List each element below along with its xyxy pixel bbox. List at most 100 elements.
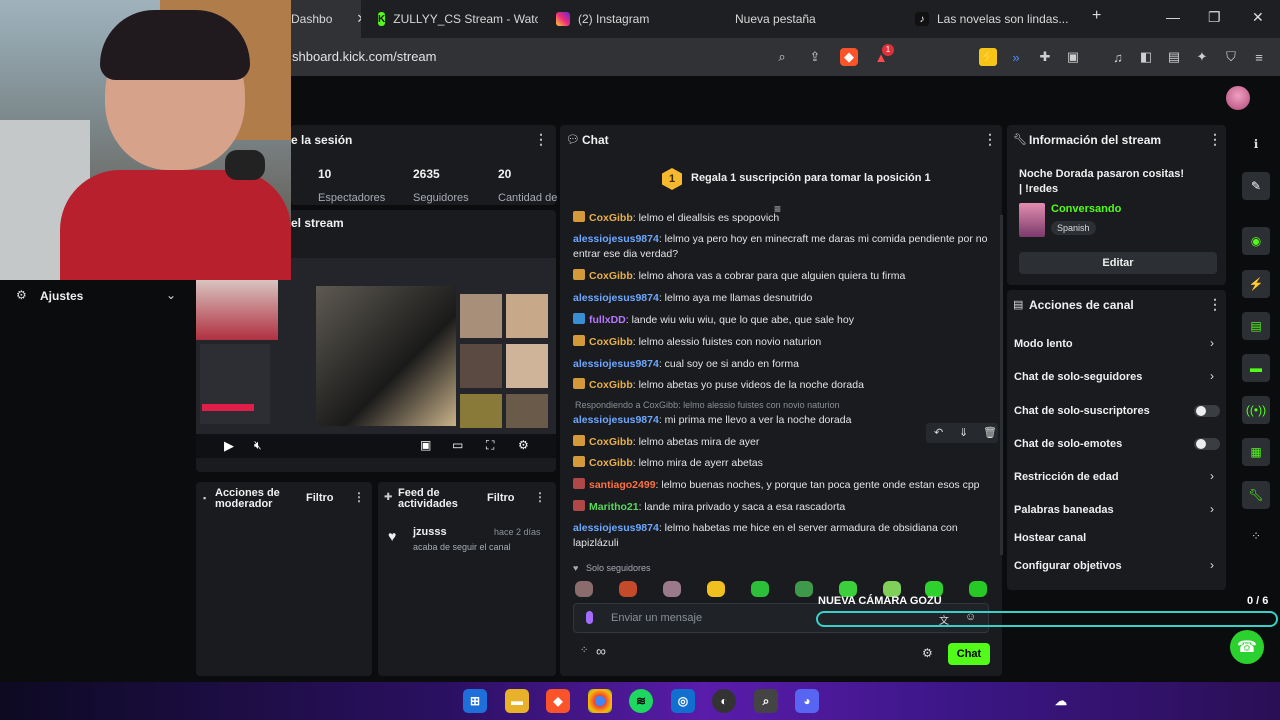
- chat-message[interactable]: CoxGibb: lelmo mira de ayerr abetas: [573, 456, 993, 471]
- new-tab-button[interactable]: +: [1092, 7, 1101, 25]
- vpn-icon[interactable]: ⛉: [1222, 48, 1240, 66]
- stream-info-kebab-icon[interactable]: ⋮: [1208, 131, 1222, 148]
- document-icon[interactable]: ▤: [1242, 312, 1270, 340]
- tab-tiktok[interactable]: ♪ Las novelas son lindas...: [915, 0, 1075, 38]
- maximize-icon[interactable]: ❐: [1208, 9, 1221, 26]
- session-kebab-icon[interactable]: ⋮: [534, 131, 548, 148]
- chat-username[interactable]: CoxGibb: [589, 336, 633, 348]
- chat-scrollbar[interactable]: [1000, 215, 1003, 555]
- sidebar-icon[interactable]: ◧: [1137, 48, 1155, 66]
- layout-icon[interactable]: ▦: [1242, 438, 1270, 466]
- media-icon[interactable]: ♫: [1109, 48, 1127, 66]
- screenshot-icon[interactable]: ▣: [1064, 48, 1082, 66]
- chat-username[interactable]: alessiojesus9874: [573, 292, 659, 304]
- mic-icon[interactable]: [586, 611, 593, 624]
- zoom-icon[interactable]: ⌕: [773, 48, 791, 66]
- pin-icon[interactable]: ⇓: [959, 426, 968, 439]
- leo-ai-icon[interactable]: ✦: [1193, 48, 1211, 66]
- configure-goals-item[interactable]: Configurar objetivos: [1014, 560, 1122, 572]
- info-icon[interactable]: ℹ: [1242, 130, 1270, 158]
- emote-4[interactable]: [707, 581, 725, 597]
- brave-browser-icon[interactable]: ◆: [546, 689, 570, 713]
- chevron-right-icon[interactable]: ›: [1210, 369, 1214, 383]
- extensions-icon[interactable]: ✚: [1036, 48, 1054, 66]
- brave-shield-icon[interactable]: ◆: [840, 48, 858, 66]
- chat-username[interactable]: alessiojesus9874: [573, 414, 659, 426]
- chevron-right-icon[interactable]: ›: [1210, 558, 1214, 572]
- tab-new[interactable]: Nueva pestaña: [735, 0, 895, 38]
- discord-icon[interactable]: ◕: [795, 689, 819, 713]
- category-name[interactable]: Conversando: [1051, 203, 1121, 215]
- edit-pencil-icon[interactable]: ✎: [1242, 172, 1270, 200]
- lightning-icon[interactable]: ⚡: [1242, 270, 1270, 298]
- chat-message[interactable]: santiago2499: lelmo buenas noches, y por…: [573, 478, 993, 493]
- theater-icon[interactable]: ▭: [452, 438, 463, 452]
- points-icon[interactable]: ⁘: [580, 645, 588, 656]
- banned-words-item[interactable]: Palabras baneadas: [1014, 504, 1114, 516]
- settings-menu-item[interactable]: ⚙ Ajustes ⌄: [0, 282, 192, 310]
- wallet-icon[interactable]: ▤: [1165, 48, 1183, 66]
- tab-instagram[interactable]: (2) Instagram: [556, 0, 716, 38]
- stream-preview-video[interactable]: ▶ 🔇︎ ▣ ▭ ⛶ ⚙: [196, 258, 556, 458]
- video-settings-icon[interactable]: ⚙: [518, 438, 529, 452]
- chat-message[interactable]: CoxGibb: lelmo abetas yo puse videos de …: [573, 378, 993, 393]
- mute-icon[interactable]: 🔇︎: [254, 438, 262, 453]
- subscribers-only-toggle[interactable]: [1194, 405, 1220, 417]
- onedrive-icon[interactable]: ☁: [1051, 692, 1071, 710]
- chat-settings-icon[interactable]: ⚙: [922, 646, 933, 660]
- tools-icon[interactable]: 🔧︎: [1242, 481, 1270, 509]
- infinity-icon[interactable]: ∞: [596, 643, 606, 659]
- chevron-right-icon[interactable]: ›: [1210, 502, 1214, 516]
- chat-username[interactable]: Maritho21: [589, 501, 639, 513]
- app-icon[interactable]: ◎: [671, 689, 695, 713]
- reply-icon[interactable]: ↶: [934, 426, 943, 439]
- emote-2[interactable]: [619, 581, 637, 597]
- fullscreen-icon[interactable]: ⛶: [486, 438, 494, 453]
- file-explorer-icon[interactable]: ▬: [505, 689, 529, 713]
- mod-filter-button[interactable]: Filtro: [306, 492, 334, 504]
- feed-filter-button[interactable]: Filtro: [487, 492, 515, 504]
- chat-message[interactable]: CoxGibb: lelmo alessio fuistes con novio…: [573, 335, 993, 350]
- followers-only-chat-item[interactable]: Chat de solo-seguidores: [1014, 371, 1142, 383]
- chat-kebab-icon[interactable]: ⋮: [983, 131, 997, 148]
- chat-message[interactable]: alessiojesus9874: lelmo aya me llamas de…: [573, 291, 993, 306]
- chevron-right-icon[interactable]: ›: [1210, 469, 1214, 483]
- delete-icon[interactable]: 🗑︎: [983, 426, 997, 439]
- menu-icon[interactable]: ≡: [1250, 48, 1268, 66]
- chat-username[interactable]: CoxGibb: [589, 436, 633, 448]
- emote-10[interactable]: [969, 581, 987, 597]
- emote-1[interactable]: [575, 581, 593, 597]
- chat-username[interactable]: alessiojesus9874: [573, 358, 659, 370]
- channel-actions-kebab-icon[interactable]: ⋮: [1208, 296, 1222, 313]
- tab-zullyy[interactable]: K ZULLYY_CS Stream - Watc: [378, 0, 538, 38]
- chat-message[interactable]: CoxGibb: lelmo el dieallsis es spopovich: [573, 211, 993, 226]
- obs-icon[interactable]: ◐: [712, 689, 736, 713]
- emotes-only-toggle[interactable]: [1194, 438, 1220, 450]
- chat-username[interactable]: alessiojesus9874: [573, 233, 659, 245]
- spotify-icon[interactable]: ≋: [629, 689, 653, 713]
- edit-stream-button[interactable]: Editar: [1019, 252, 1217, 274]
- chat-message[interactable]: alessiojesus9874: cual soy oe si ando en…: [573, 357, 993, 372]
- sub-gift-promo[interactable]: 1 Regala 1 suscripción para tomar la pos…: [560, 158, 1002, 198]
- chevron-right-icon[interactable]: ›: [1210, 336, 1214, 350]
- extension-wave-icon[interactable]: »: [1007, 48, 1025, 66]
- chat-message[interactable]: fullxDD: lande wiu wiu wiu, que lo que a…: [573, 313, 993, 328]
- emote-6[interactable]: [795, 581, 813, 597]
- support-chat-button[interactable]: ☎: [1230, 630, 1264, 664]
- chat-message[interactable]: CoxGibb: lelmo ahora vas a cobrar para q…: [573, 269, 993, 284]
- search-app-icon[interactable]: ⌕: [754, 689, 778, 713]
- chat-username[interactable]: fullxDD: [589, 314, 626, 326]
- close-tab-icon[interactable]: ✕: [356, 11, 361, 27]
- close-window-icon[interactable]: ✕: [1252, 9, 1264, 26]
- chrome-icon[interactable]: [588, 689, 612, 713]
- chat-message[interactable]: alessiojesus9874: lelmo ya pero hoy en m…: [573, 232, 993, 262]
- chat-username[interactable]: alessiojesus9874: [573, 522, 659, 534]
- chat-username[interactable]: CoxGibb: [589, 379, 633, 391]
- chat-username[interactable]: CoxGibb: [589, 270, 633, 282]
- host-channel-item[interactable]: Hostear canal: [1014, 532, 1086, 544]
- chat-username[interactable]: CoxGibb: [589, 212, 633, 224]
- camera-icon[interactable]: ◉: [1242, 227, 1270, 255]
- age-restriction-item[interactable]: Restricción de edad: [1014, 471, 1119, 483]
- url-field[interactable]: shboard.kick.com/stream: [292, 49, 437, 64]
- windows-start-icon[interactable]: ⊞: [463, 689, 487, 713]
